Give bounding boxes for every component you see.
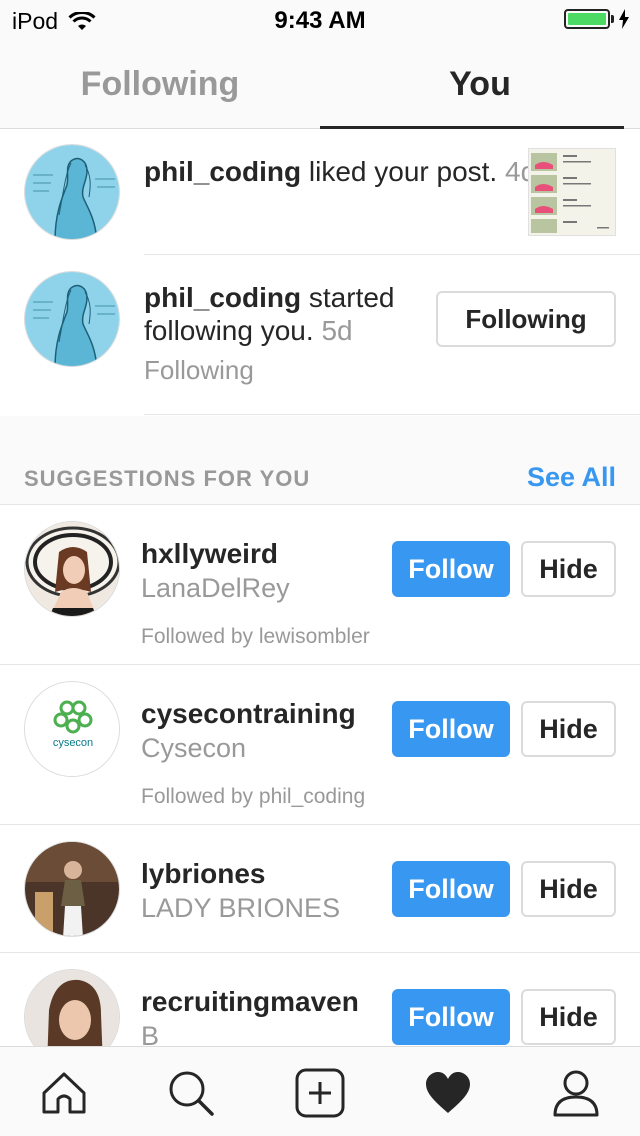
activity-sub-label: Following <box>144 355 254 385</box>
hide-button[interactable]: Hide <box>521 541 616 597</box>
suggestions-list: hxllyweird LanaDelRey Followed by lewiso… <box>0 505 640 1113</box>
suggestion-fullname: LADY BRIONES <box>141 893 341 923</box>
sketch-portrait-icon <box>25 145 119 239</box>
follow-button[interactable]: Follow <box>392 701 510 757</box>
follow-button[interactable]: Follow <box>392 989 510 1045</box>
hide-button[interactable]: Hide <box>521 861 616 917</box>
heart-icon[interactable] <box>422 1067 474 1119</box>
activity-tabs: Following You <box>0 40 640 129</box>
activity-row[interactable]: phil_coding started following you. 5d Fo… <box>24 255 640 415</box>
user-photo-icon <box>25 522 119 616</box>
suggestion-username[interactable]: lybriones <box>141 858 265 890</box>
status-bar: iPod 9:43 AM <box>0 0 640 40</box>
suggestion-username[interactable]: cysecontraining <box>141 698 356 730</box>
battery-icon <box>564 9 610 29</box>
charging-bolt-icon <box>619 9 629 29</box>
follow-button[interactable]: Follow <box>392 541 510 597</box>
profile-icon[interactable] <box>550 1067 602 1119</box>
suggestion-row[interactable]: hxllyweird LanaDelRey Followed by lewiso… <box>0 505 640 665</box>
suggestion-row[interactable]: cysecon cysecontraining Cysecon Followed… <box>0 665 640 825</box>
avatar[interactable]: cysecon <box>24 681 120 777</box>
avatar[interactable] <box>24 841 120 937</box>
activity-text: phil_coding started following you. 5d <box>144 281 424 347</box>
user-photo-icon <box>25 842 119 936</box>
add-post-icon[interactable] <box>294 1067 346 1119</box>
avatar[interactable] <box>24 521 120 617</box>
activity-username[interactable]: phil_coding <box>144 156 301 187</box>
bottom-nav <box>0 1046 640 1136</box>
search-icon[interactable] <box>165 1067 217 1119</box>
post-thumbnail[interactable] <box>528 148 616 236</box>
activity-username[interactable]: phil_coding <box>144 282 301 313</box>
tab-you[interactable]: You <box>320 40 640 128</box>
follow-button[interactable]: Follow <box>392 861 510 917</box>
suggestion-fullname: Cysecon <box>141 733 247 763</box>
tab-following[interactable]: Following <box>0 40 320 128</box>
suggestion-row[interactable]: lybriones LADY BRIONES Follow Hide <box>0 825 640 953</box>
suggestion-followed-by: Followed by lewisombler <box>141 625 370 648</box>
hide-button[interactable]: Hide <box>521 701 616 757</box>
suggestion-fullname: LanaDelRey <box>141 573 290 603</box>
activity-time: 5d <box>321 315 353 346</box>
suggestion-username[interactable]: recruitingmaven <box>141 986 359 1018</box>
cysecon-logo-icon: cysecon <box>25 682 119 776</box>
activity-row[interactable]: phil_coding liked your post. 4d <box>24 129 640 255</box>
sketch-portrait-icon <box>25 272 119 366</box>
activity-action: liked your post. <box>301 156 498 187</box>
suggestions-title: SUGGESTIONS FOR YOU <box>24 466 311 491</box>
suggestion-followed-by: Followed by phil_coding <box>141 785 366 808</box>
cysecon-logo-text: cysecon <box>53 737 93 749</box>
suggestion-username[interactable]: hxllyweird <box>141 538 278 570</box>
battery-level <box>568 13 606 25</box>
suggestions-header: SUGGESTIONS FOR YOU See All <box>0 416 640 505</box>
home-icon[interactable] <box>38 1067 90 1119</box>
avatar[interactable] <box>24 144 120 240</box>
following-button[interactable]: Following <box>436 291 616 347</box>
hide-button[interactable]: Hide <box>521 989 616 1045</box>
status-time: 9:43 AM <box>274 7 366 34</box>
activity-text: phil_coding liked your post. 4d <box>144 155 536 188</box>
avatar[interactable] <box>24 271 120 367</box>
see-all-link[interactable]: See All <box>527 462 616 493</box>
activity-feed: phil_coding liked your post. 4d phil_cod… <box>0 129 640 415</box>
